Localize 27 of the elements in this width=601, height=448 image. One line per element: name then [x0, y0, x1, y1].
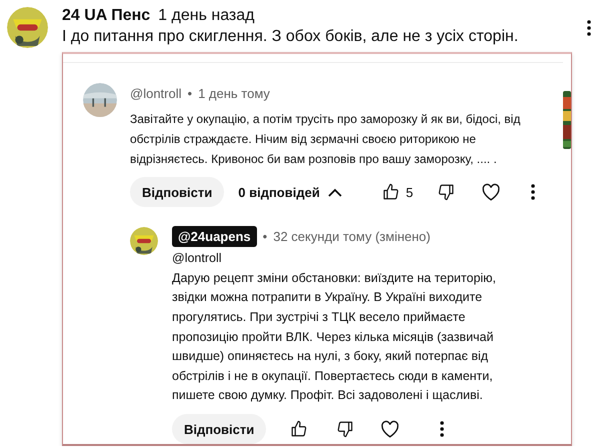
author-name[interactable]: 24 UA Пенс	[62, 7, 150, 25]
separator-dot: •	[262, 228, 268, 244]
comment-time[interactable]: 1 день тому	[198, 86, 270, 101]
avatar[interactable]	[83, 83, 117, 118]
avatar[interactable]	[7, 7, 48, 48]
replies-toggle[interactable]: 0 відповідей	[238, 184, 342, 200]
comment-text: Завітайте у окупацію, а потім трусіть про заморозку й як ви, бідосі, від обстрілів страждаєте. Нічим від зєрмачні своєю риторикою не відрізняєтесь. Кривонос би вам розповів про вашу заморозку, .... .	[130, 111, 522, 168]
comment-time[interactable]: 32 секунди тому (змінено)	[273, 228, 430, 244]
more-icon[interactable]	[587, 20, 591, 36]
more-icon[interactable]	[440, 421, 444, 437]
thumbs-up-icon[interactable]	[290, 420, 308, 438]
reply-button[interactable]: Відповісти	[172, 414, 266, 444]
more-icon[interactable]	[531, 184, 536, 200]
comment-text: І до питання про скиглення. З обох боків, але не з усіх сторін.	[62, 28, 520, 46]
avatar[interactable]	[130, 227, 158, 256]
reply-button[interactable]: Відповісти	[130, 177, 224, 208]
user-handle[interactable]: @lontroll	[130, 86, 182, 101]
user-handle[interactable]: @24uapens	[172, 226, 257, 247]
comment-time[interactable]: 1 день назад	[158, 7, 254, 25]
thumbs-up-icon[interactable]	[382, 183, 400, 202]
heart-icon[interactable]	[380, 420, 400, 438]
thumbs-down-icon[interactable]	[437, 183, 456, 202]
thumbs-down-icon[interactable]	[336, 420, 354, 438]
separator-dot: •	[188, 86, 192, 101]
comment-text: @lontroll Дарую рецепт зміни обстановки: виїздите на територію, звідки можна потрапити в Україну. В Україні виходите прогулятись. При зустрічі з ТЦК весело приймаєте пропозицію пройти ВЛК. Через кілька місяців (зазвичай швидше) опиняєтесь на нулі, з боку, який потерпає від обстрілів і не в окупації. Повертаєтесь сюди в каменти, пишете свою думку. Профіт. Всі задоволені і щасливі.	[172, 250, 498, 404]
heart-icon[interactable]	[481, 183, 502, 202]
like-count: 5	[406, 184, 414, 200]
